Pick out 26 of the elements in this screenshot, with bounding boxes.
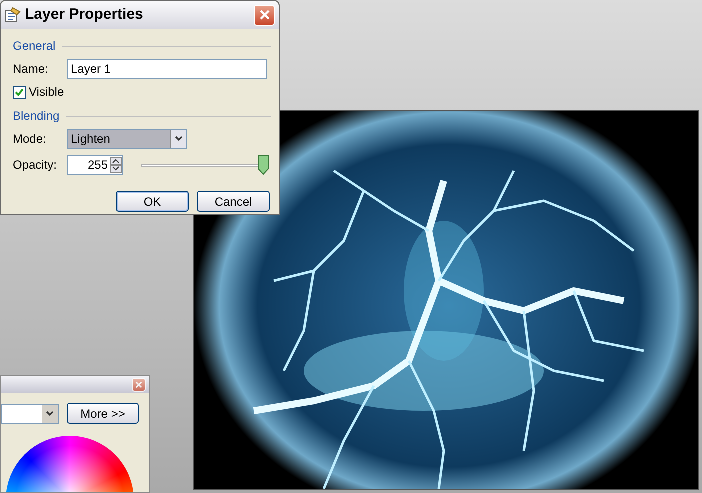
close-button[interactable] [254,4,275,26]
visible-label: Visible [29,84,64,101]
check-icon [15,88,24,96]
section-heading: General [12,38,56,55]
opacity-label: Opacity: [13,157,58,174]
more-button[interactable]: More >> [67,403,139,424]
opacity-spinner[interactable]: 255 [67,155,123,175]
close-icon [135,380,143,388]
section-heading: Blending [12,108,60,125]
properties-icon [5,7,21,23]
mode-dropdown[interactable]: Lighten [67,129,187,149]
opacity-slider[interactable] [141,155,269,175]
window-title: Layer Properties [25,4,144,25]
dropdown[interactable] [1,404,59,424]
mode-label: Mode: [13,131,48,148]
dialog-button[interactable]: Cancel [197,191,270,212]
caret-icon [170,130,186,148]
spin-arrows-icon [110,157,122,173]
visible-checkbox[interactable] [13,86,26,98]
slider-thumb[interactable] [258,155,269,175]
dialog-button[interactable]: OK [116,191,189,212]
name-field[interactable]: Layer 1 [67,59,267,79]
name-label: Name: [13,61,50,78]
close-icon [258,9,270,21]
caret-icon [42,404,58,422]
close-button[interactable] [132,378,146,392]
